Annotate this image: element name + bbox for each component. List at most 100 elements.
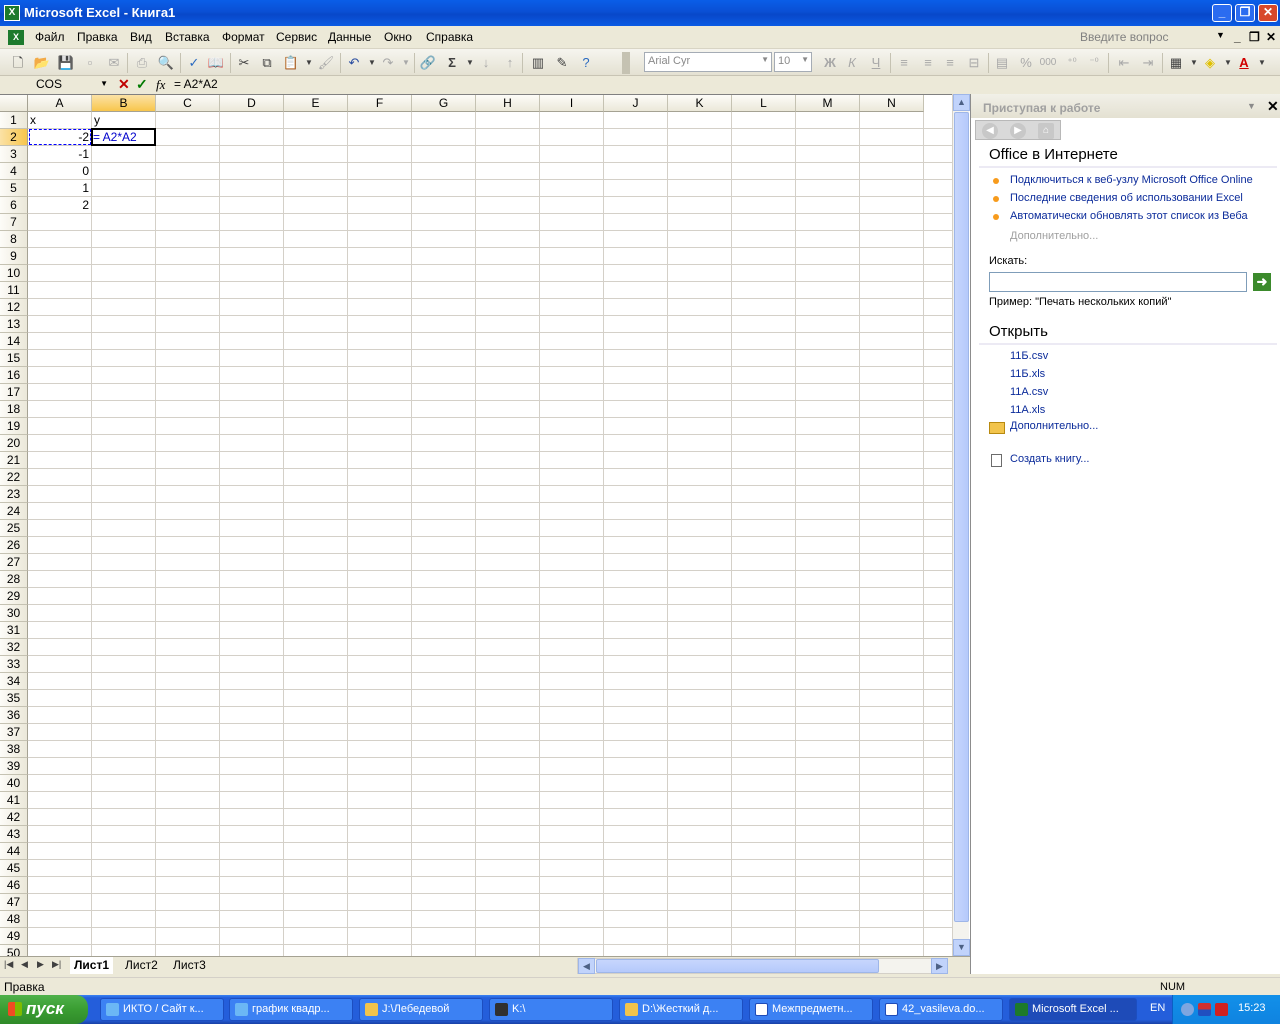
horizontal-scroll-thumb[interactable] — [596, 959, 879, 973]
maximize-button[interactable]: ❐ — [1235, 4, 1255, 22]
row-header-36[interactable]: 36 — [0, 707, 28, 724]
column-header-e[interactable]: E — [284, 95, 348, 112]
row-header-49[interactable]: 49 — [0, 928, 28, 945]
decrease-indent-icon[interactable]: ⇤ — [1114, 53, 1134, 73]
cell-a5[interactable]: 1 — [28, 180, 91, 197]
scroll-left-icon[interactable]: ◀ — [578, 958, 595, 974]
row-header-31[interactable]: 31 — [0, 622, 28, 639]
taskbar-item-folder[interactable]: J:\Лебедевой — [359, 998, 483, 1021]
taskbar-item-drive[interactable]: K:\ — [489, 998, 613, 1021]
first-sheet-icon[interactable]: |◀ — [4, 959, 13, 970]
cut-icon[interactable]: ✂ — [234, 53, 254, 73]
row-header-32[interactable]: 32 — [0, 639, 28, 656]
cell-a6[interactable]: 2 — [28, 197, 91, 214]
taskbar-item-word[interactable]: 42_vasileva.do... — [879, 998, 1003, 1021]
row-header-3[interactable]: 3 — [0, 146, 28, 163]
sheet-tab-3[interactable]: Лист3 — [169, 957, 210, 974]
taskbar-item-excel[interactable]: Microsoft Excel ... — [1009, 998, 1137, 1021]
row-header-1[interactable]: 1 — [0, 112, 28, 129]
bold-button[interactable]: Ж — [820, 53, 840, 73]
scroll-down-icon[interactable]: ▼ — [953, 939, 970, 956]
chart-wizard-icon[interactable]: ▥ — [528, 53, 548, 73]
enter-icon[interactable]: ✓ — [136, 76, 148, 93]
row-header-34[interactable]: 34 — [0, 673, 28, 690]
cell-a1[interactable]: x — [28, 112, 91, 129]
align-right-icon[interactable]: ≡ — [940, 53, 960, 73]
print-icon[interactable]: ⎙ — [132, 53, 152, 73]
link-auto-update[interactable]: Автоматически обновлять этот список из В… — [1010, 210, 1248, 222]
scroll-right-icon[interactable]: ▶ — [931, 958, 948, 974]
chevron-down-icon[interactable]: ▼ — [1216, 30, 1225, 40]
flag-icon[interactable] — [1198, 1003, 1211, 1016]
row-header-5[interactable]: 5 — [0, 180, 28, 197]
column-header-n[interactable]: N — [860, 95, 924, 112]
row-header-24[interactable]: 24 — [0, 503, 28, 520]
column-header-f[interactable]: F — [348, 95, 412, 112]
row-header-26[interactable]: 26 — [0, 537, 28, 554]
excel-app-icon[interactable]: X — [4, 5, 20, 21]
taskbar-item-word[interactable]: Межпредметн... — [749, 998, 873, 1021]
redo-dropdown-icon[interactable]: ▼ — [396, 53, 416, 73]
close-button[interactable]: ✕ — [1258, 4, 1278, 22]
row-header-7[interactable]: 7 — [0, 214, 28, 231]
menu-window[interactable]: Окно — [384, 30, 412, 44]
doc-minimize-button[interactable]: _ — [1234, 30, 1241, 44]
menu-insert[interactable]: Вставка — [165, 30, 210, 44]
menu-data[interactable]: Данные — [328, 30, 371, 44]
formula-input[interactable]: = A2*A2 — [174, 77, 218, 91]
align-left-icon[interactable]: ≡ — [894, 53, 914, 73]
cell-a3[interactable]: -1 — [28, 146, 91, 163]
link-office-online[interactable]: Подключиться к веб-узлу Microsoft Office… — [1010, 174, 1253, 186]
tray-expand-icon[interactable] — [1181, 1003, 1194, 1016]
cell-a4[interactable]: 0 — [28, 163, 91, 180]
open-icon[interactable]: 📂 — [32, 53, 52, 73]
column-header-i[interactable]: I — [540, 95, 604, 112]
prev-sheet-icon[interactable]: ◀ — [21, 959, 28, 970]
taskbar-item-ie[interactable]: ИКТО / Сайт к... — [100, 998, 224, 1021]
row-header-46[interactable]: 46 — [0, 877, 28, 894]
column-header-m[interactable]: M — [796, 95, 860, 112]
menu-format[interactable]: Формат — [222, 30, 265, 44]
row-header-25[interactable]: 25 — [0, 520, 28, 537]
select-all-corner[interactable] — [0, 95, 28, 112]
home-icon[interactable]: ⌂ — [1038, 123, 1054, 139]
taskbar-item-folder[interactable]: D:\Жесткий д... — [619, 998, 743, 1021]
cell-b1[interactable]: y — [92, 112, 155, 129]
row-header-43[interactable]: 43 — [0, 826, 28, 843]
doc-restore-button[interactable]: ❐ — [1249, 30, 1260, 44]
insert-function-icon[interactable]: fx — [156, 77, 165, 93]
chevron-down-icon[interactable]: ▼ — [1247, 101, 1256, 111]
column-header-l[interactable]: L — [732, 95, 796, 112]
fill-color-icon[interactable]: ◈ — [1200, 53, 1220, 73]
column-header-g[interactable]: G — [412, 95, 476, 112]
copy-icon[interactable]: ⧉ — [257, 53, 277, 73]
row-header-30[interactable]: 30 — [0, 605, 28, 622]
close-icon[interactable]: ✕ — [1267, 98, 1279, 115]
name-box[interactable]: COS ▼ — [0, 77, 112, 93]
vertical-scroll-thumb[interactable] — [954, 112, 969, 922]
search-input[interactable] — [989, 272, 1247, 292]
online-more-link[interactable]: Дополнительно... — [1010, 230, 1098, 242]
row-header-44[interactable]: 44 — [0, 843, 28, 860]
row-header-48[interactable]: 48 — [0, 911, 28, 928]
forward-icon[interactable]: ▶ — [1010, 123, 1026, 139]
sheet-tab-2[interactable]: Лист2 — [121, 957, 162, 974]
create-book-link[interactable]: Создать книгу... — [1010, 453, 1089, 465]
menu-file[interactable]: Файл — [35, 30, 65, 44]
taskbar-item-ie[interactable]: график квадр... — [229, 998, 353, 1021]
menu-tools[interactable]: Сервис — [276, 30, 317, 44]
antivirus-icon[interactable] — [1215, 1003, 1228, 1016]
menu-help[interactable]: Справка — [426, 30, 473, 44]
back-icon[interactable]: ◀ — [982, 123, 998, 139]
row-header-9[interactable]: 9 — [0, 248, 28, 265]
italic-button[interactable]: К — [842, 53, 862, 73]
language-indicator[interactable]: EN — [1150, 1002, 1165, 1014]
font-color-dropdown-icon[interactable]: ▼ — [1252, 53, 1272, 73]
permission-icon[interactable]: ▫ — [80, 53, 100, 73]
row-header-28[interactable]: 28 — [0, 571, 28, 588]
row-header-45[interactable]: 45 — [0, 860, 28, 877]
row-header-15[interactable]: 15 — [0, 350, 28, 367]
toolbar-options-icon[interactable] — [622, 52, 630, 74]
row-header-37[interactable]: 37 — [0, 724, 28, 741]
percent-button[interactable]: % — [1016, 53, 1036, 73]
